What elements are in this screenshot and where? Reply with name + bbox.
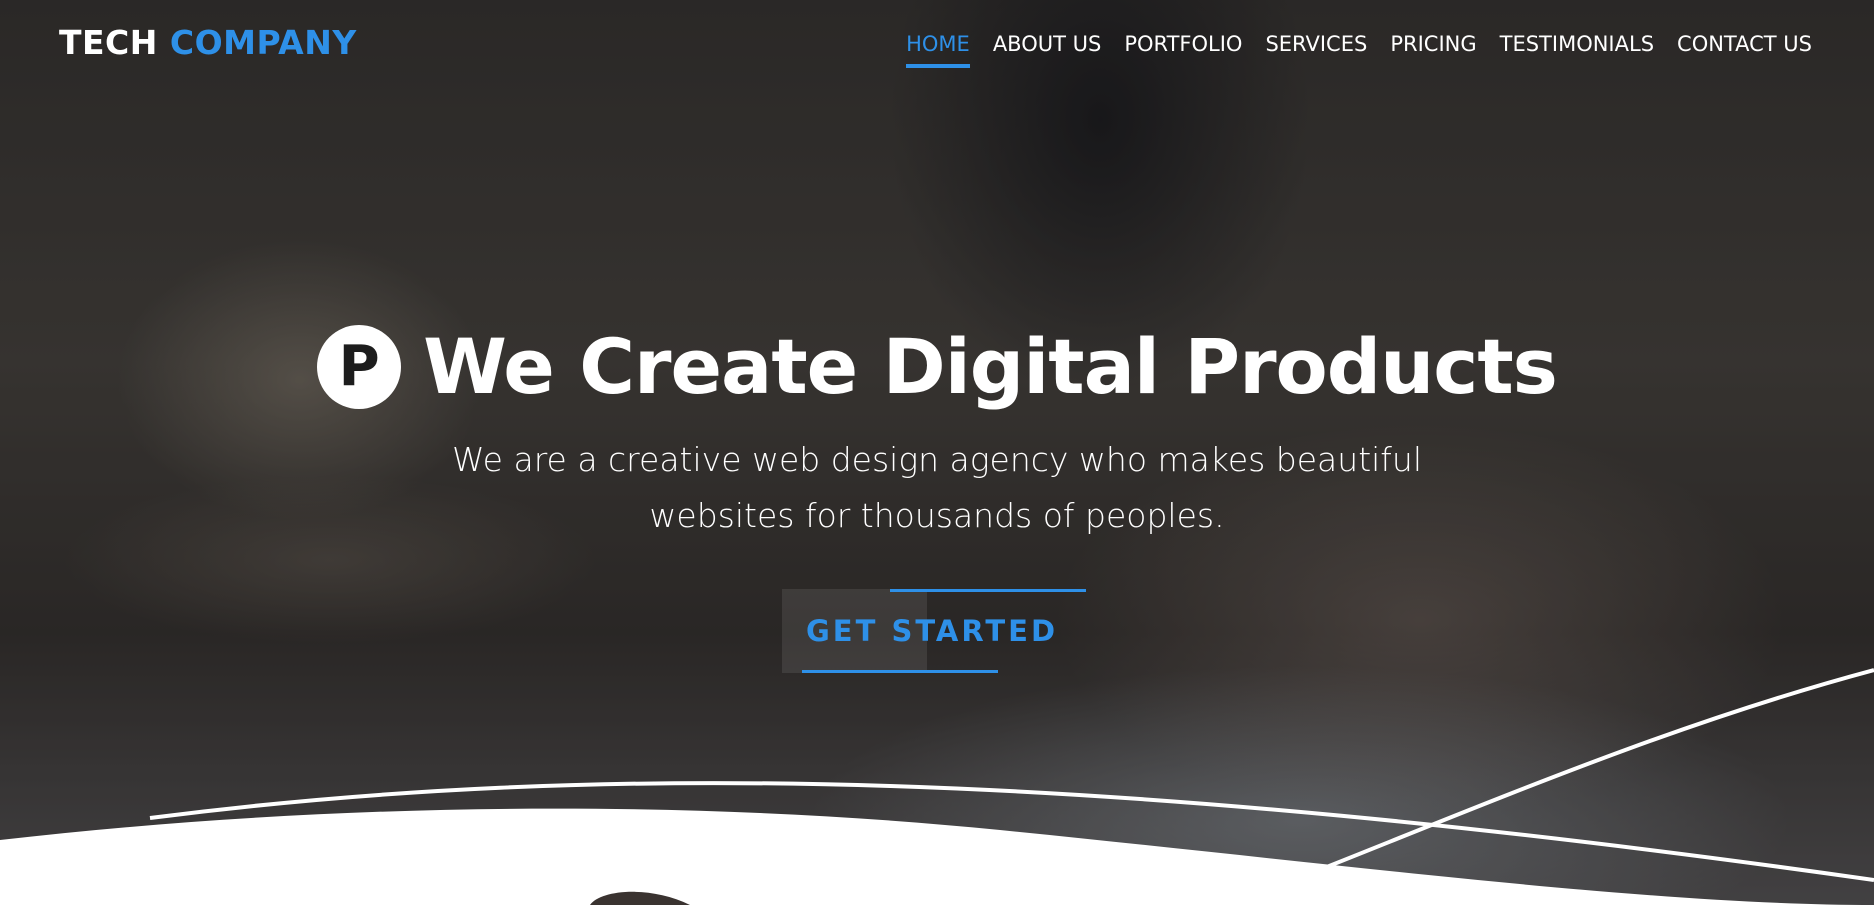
bottom-white-wave: [0, 808, 1874, 905]
brand-name-accent: COMPANY: [169, 23, 357, 62]
nav-item-contact-us[interactable]: CONTACT US: [1677, 32, 1812, 56]
nav-item-home[interactable]: HOME: [906, 32, 970, 68]
hero-subtext: We are a creative web design agency who …: [437, 432, 1437, 544]
hero-subtext-line2: websites for thousands of peoples.: [649, 496, 1225, 535]
nav-item-about-us[interactable]: ABOUT US: [993, 32, 1102, 56]
cta-bottom-border: [802, 670, 998, 673]
cta-top-border: [890, 589, 1086, 592]
brand-logo[interactable]: TECH COMPANY: [59, 23, 357, 62]
badge-letter: P: [338, 333, 380, 399]
nav-item-testimonials[interactable]: TESTIMONIALS: [1500, 32, 1654, 56]
hero-headline: We Create Digital Products: [423, 322, 1558, 411]
get-started-label: GET STARTED: [805, 614, 1059, 648]
hero-section: TECH COMPANY HOME ABOUT US PORTFOLIO SER…: [0, 0, 1874, 905]
nav-item-portfolio[interactable]: PORTFOLIO: [1124, 32, 1242, 56]
hero-subtext-line1: We are a creative web design agency who …: [451, 440, 1423, 479]
p-circle-icon: P: [317, 324, 402, 409]
brand-name-primary: TECH: [59, 23, 158, 62]
get-started-button[interactable]: GET STARTED: [782, 589, 1086, 673]
hero-headline-row: P We Create Digital Products: [0, 322, 1874, 411]
nav-item-pricing[interactable]: PRICING: [1390, 32, 1476, 56]
main-navigation: HOME ABOUT US PORTFOLIO SERVICES PRICING…: [883, 32, 1812, 68]
nav-item-services[interactable]: SERVICES: [1265, 32, 1367, 56]
